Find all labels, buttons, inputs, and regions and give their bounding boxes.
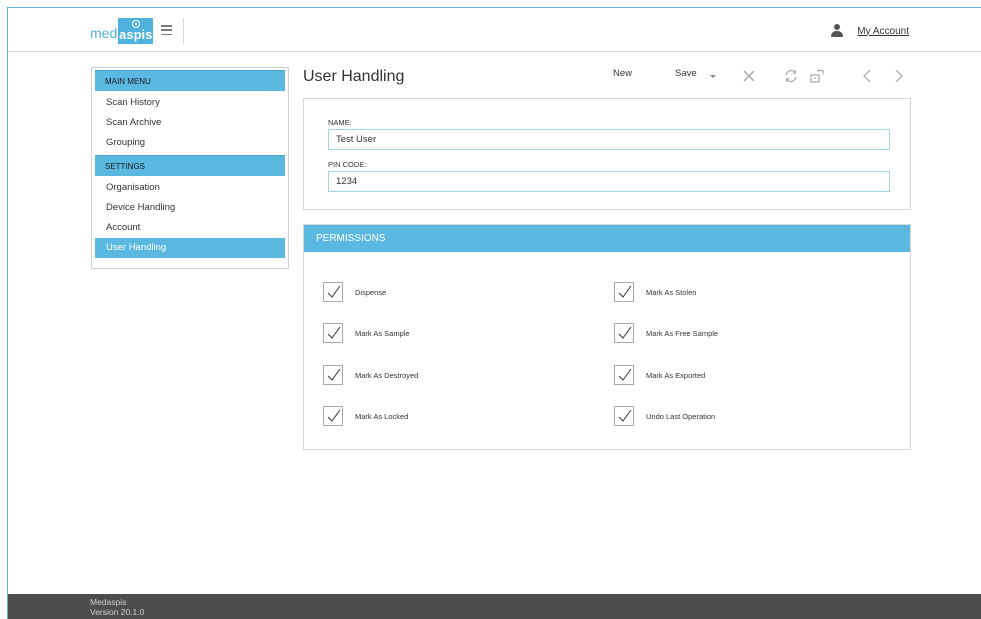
footer-app-name: Medaspis bbox=[90, 597, 127, 607]
checkbox-checked-icon[interactable] bbox=[323, 282, 343, 302]
sidebar-item-scan-history[interactable]: Scan History bbox=[95, 93, 285, 113]
sidebar-item-grouping[interactable]: Grouping bbox=[95, 133, 285, 153]
name-field[interactable]: Test User bbox=[328, 129, 890, 150]
permission-label: Mark As Sample bbox=[355, 328, 410, 338]
logo-box: aspis bbox=[118, 18, 154, 44]
close-icon[interactable] bbox=[741, 68, 757, 84]
checkbox-checked-icon[interactable] bbox=[614, 323, 634, 343]
sidebar: MAIN MENU Scan History Scan Archive Grou… bbox=[91, 67, 289, 269]
permissions-header: PERMISSIONS bbox=[304, 225, 910, 252]
sidebar-item-device-handling[interactable]: Device Handling bbox=[95, 198, 285, 218]
logo-text-med: med bbox=[90, 25, 118, 41]
permission-mark-as-locked[interactable]: Mark As Locked bbox=[323, 406, 408, 426]
sidebar-item-scan-archive[interactable]: Scan Archive bbox=[95, 113, 285, 133]
refresh-icon[interactable] bbox=[783, 68, 799, 84]
my-account[interactable]: My Account bbox=[830, 24, 909, 38]
checkbox-checked-icon[interactable] bbox=[614, 365, 634, 385]
permission-mark-as-exported[interactable]: Mark As Exported bbox=[614, 365, 705, 385]
pin-code-label: PIN CODE: bbox=[328, 160, 367, 169]
checkbox-checked-icon[interactable] bbox=[614, 406, 634, 426]
permission-mark-as-free-sample[interactable]: Mark As Free Sample bbox=[614, 323, 718, 343]
permission-label: Mark As Destroyed bbox=[355, 370, 419, 380]
logo-text-aspis: aspis bbox=[119, 27, 153, 42]
permission-label: Dispense bbox=[355, 287, 387, 297]
checkbox-checked-icon[interactable] bbox=[614, 282, 634, 302]
pin-code-field[interactable]: 1234 bbox=[328, 171, 890, 192]
chevron-left-icon[interactable] bbox=[860, 68, 876, 84]
sidebar-item-organisation[interactable]: Organisation bbox=[95, 178, 285, 198]
my-account-link[interactable]: My Account bbox=[857, 26, 909, 37]
footer: Medaspis Version 20.1.0 bbox=[8, 594, 981, 619]
permission-label: Mark As Locked bbox=[355, 411, 409, 421]
footer-version: Version 20.1.0 bbox=[90, 607, 145, 617]
permission-label: Mark As Free Sample bbox=[646, 328, 719, 338]
save-button[interactable]: Save bbox=[675, 68, 697, 79]
settings-header: SETTINGS bbox=[95, 155, 285, 176]
permission-dispense[interactable]: Dispense bbox=[323, 282, 386, 302]
header-divider bbox=[183, 18, 184, 44]
name-label: NAME: bbox=[328, 118, 352, 127]
medaspis-logo[interactable]: med aspis bbox=[90, 18, 154, 44]
sidebar-item-account[interactable]: Account bbox=[95, 218, 285, 238]
permission-label: Mark As Exported bbox=[646, 370, 706, 380]
checkbox-checked-icon[interactable] bbox=[323, 365, 343, 385]
user-details-panel: NAME: Test User PIN CODE: 1234 bbox=[303, 98, 911, 210]
toolbar: New Save bbox=[8, 68, 981, 88]
permission-label: Undo Last Operation bbox=[646, 411, 716, 421]
chevron-right-icon[interactable] bbox=[890, 68, 906, 84]
hamburger-menu-icon[interactable] bbox=[161, 25, 172, 36]
permission-undo-last-operation[interactable]: Undo Last Operation bbox=[614, 406, 715, 426]
permission-mark-as-destroyed[interactable]: Mark As Destroyed bbox=[323, 365, 418, 385]
unlock-icon[interactable] bbox=[809, 68, 825, 84]
save-dropdown-caret-icon[interactable] bbox=[710, 75, 716, 78]
new-button[interactable]: New bbox=[613, 68, 632, 79]
permission-mark-as-stolen[interactable]: Mark As Stolen bbox=[614, 282, 696, 302]
app-window: med aspis My Account MAIN MENU Scan Hist… bbox=[7, 7, 981, 619]
user-icon bbox=[830, 24, 844, 38]
sidebar-item-user-handling[interactable]: User Handling bbox=[95, 238, 285, 258]
checkbox-checked-icon[interactable] bbox=[323, 323, 343, 343]
checkbox-checked-icon[interactable] bbox=[323, 406, 343, 426]
top-header: med aspis My Account bbox=[8, 8, 981, 52]
permission-label: Mark As Stolen bbox=[646, 287, 697, 297]
permissions-panel: PERMISSIONS Dispense Mark As Stolen Mark… bbox=[303, 224, 911, 450]
permission-mark-as-sample[interactable]: Mark As Sample bbox=[323, 323, 410, 343]
